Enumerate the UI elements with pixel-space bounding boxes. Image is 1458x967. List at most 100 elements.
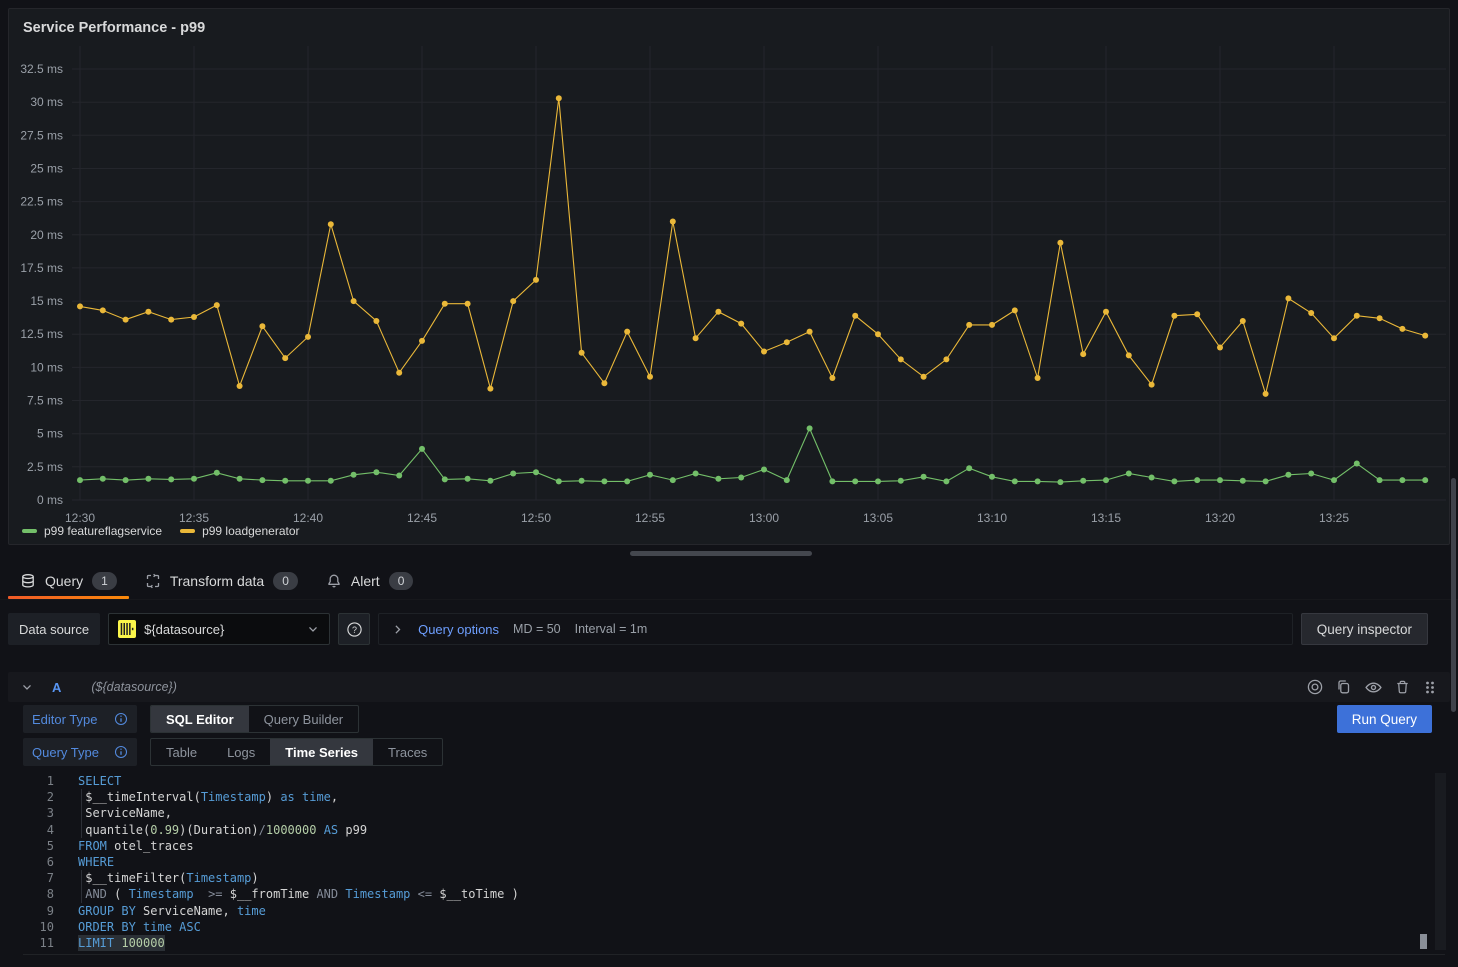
code-text: GROUP BY ServiceName, time	[78, 903, 266, 919]
query-datasource-hint: (${datasource})	[91, 680, 176, 694]
bell-icon	[326, 573, 342, 589]
transform-icon	[145, 573, 161, 589]
page-scrollbar-thumb[interactable]	[1451, 478, 1456, 712]
svg-text:12:40: 12:40	[293, 511, 323, 525]
editor-scroll-thumb[interactable]	[1420, 934, 1427, 949]
line-number: 5	[23, 838, 54, 854]
query-type-traces[interactable]: Traces	[373, 739, 442, 765]
clickhouse-datasource-icon	[118, 620, 136, 638]
legend-swatch	[180, 529, 195, 533]
line-number: 11	[23, 935, 54, 951]
svg-text:12:55: 12:55	[635, 511, 665, 525]
line-number: 1	[23, 773, 54, 789]
code-line[interactable]: 2 $__timeInterval(Timestamp) as time,	[23, 789, 1445, 805]
tab-query-label: Query	[45, 573, 83, 589]
tab-alert-label: Alert	[351, 573, 380, 589]
tab-alert[interactable]: Alert 0	[312, 562, 427, 599]
tab-alert-count-badge: 0	[389, 572, 414, 590]
svg-text:13:20: 13:20	[1205, 511, 1235, 525]
legend-swatch	[22, 529, 37, 533]
query-row-header[interactable]: A (${datasource})	[8, 672, 1450, 702]
code-line[interactable]: 3 ServiceName,	[23, 805, 1445, 821]
query-inspector-button[interactable]: Query inspector	[1301, 613, 1428, 645]
code-line[interactable]: 8 AND ( Timestamp >= $__fromTime AND Tim…	[23, 886, 1445, 902]
hide-query-eye-icon[interactable]	[1364, 678, 1383, 697]
svg-text:5 ms: 5 ms	[37, 427, 63, 441]
line-number: 7	[23, 870, 54, 886]
query-options-link[interactable]: Query options	[418, 622, 499, 637]
datasource-picker[interactable]: ${datasource}	[108, 613, 330, 645]
time-series-chart[interactable]: 0 ms2.5 ms5 ms7.5 ms10 ms12.5 ms15 ms17.…	[9, 9, 1449, 544]
svg-text:30 ms: 30 ms	[30, 95, 63, 109]
tab-transform-data[interactable]: Transform data 0	[131, 562, 312, 599]
sql-code-editor[interactable]: 1SELECT2 $__timeInterval(Timestamp) as t…	[23, 773, 1445, 955]
collapse-chevron-icon[interactable]	[20, 680, 34, 694]
tab-query-count-badge: 1	[92, 572, 117, 590]
svg-text:7.5 ms: 7.5 ms	[27, 394, 63, 408]
svg-text:12:50: 12:50	[521, 511, 551, 525]
query-options-section: Query options MD = 50 Interval = 1m	[378, 613, 1293, 645]
svg-text:12:30: 12:30	[65, 511, 95, 525]
code-text: WHERE	[78, 854, 114, 870]
code-line[interactable]: 5FROM otel_traces	[23, 838, 1445, 854]
line-number: 6	[23, 854, 54, 870]
datasource-row: Data source ${datasource} ?	[8, 613, 1428, 645]
delete-query-trash-icon[interactable]	[1394, 678, 1411, 696]
svg-text:2.5 ms: 2.5 ms	[27, 460, 63, 474]
svg-text:12:35: 12:35	[179, 511, 209, 525]
info-icon[interactable]	[114, 712, 128, 726]
line-number: 9	[23, 903, 54, 919]
editor-overview-ruler[interactable]	[1435, 773, 1446, 950]
editor-type-group: SQL Editor Query Builder	[150, 705, 359, 733]
record-circle-icon[interactable]	[1306, 678, 1324, 696]
duplicate-query-icon[interactable]	[1335, 678, 1353, 696]
code-text: $__timeFilter(Timestamp)	[78, 870, 259, 886]
code-line[interactable]: 7 $__timeFilter(Timestamp)	[23, 870, 1445, 886]
editor-type-row: Editor Type SQL Editor Query Builder	[23, 705, 359, 733]
datasource-label: Data source	[8, 613, 100, 645]
code-text: $__timeInterval(Timestamp) as time,	[78, 789, 338, 805]
chevron-right-icon[interactable]	[391, 623, 404, 636]
line-number: 4	[23, 822, 54, 838]
code-line[interactable]: 10ORDER BY time ASC	[23, 919, 1445, 935]
panel-title: Service Performance - p99	[23, 20, 205, 36]
editor-type-query-builder[interactable]: Query Builder	[249, 706, 358, 732]
svg-text:12:45: 12:45	[407, 511, 437, 525]
tab-transform-label: Transform data	[170, 573, 264, 589]
run-query-button[interactable]: Run Query	[1337, 705, 1432, 733]
legend-item[interactable]: p99 loadgenerator	[180, 524, 299, 538]
svg-text:25 ms: 25 ms	[30, 162, 63, 176]
query-options-interval: Interval = 1m	[575, 622, 648, 636]
query-type-logs[interactable]: Logs	[212, 739, 270, 765]
chart-legend: p99 featureflagservice p99 loadgenerator	[22, 524, 300, 538]
query-actions	[1306, 678, 1438, 697]
svg-text:0 ms: 0 ms	[37, 493, 63, 507]
legend-item[interactable]: p99 featureflagservice	[22, 524, 162, 538]
panel-service-performance: Service Performance - p99 0 ms 2.5 ms 5 ms…	[8, 8, 1450, 545]
query-type-table[interactable]: Table	[151, 739, 212, 765]
datasource-help-button[interactable]: ?	[338, 613, 370, 645]
tab-transform-count-badge: 0	[273, 572, 298, 590]
svg-text:32.5 ms: 32.5 ms	[20, 62, 63, 76]
query-type-group: Table Logs Time Series Traces	[150, 738, 443, 766]
code-text: LIMIT 100000	[78, 935, 165, 951]
svg-text:13:10: 13:10	[977, 511, 1007, 525]
query-type-time-series[interactable]: Time Series	[270, 739, 373, 765]
line-number: 10	[23, 919, 54, 935]
svg-text:?: ?	[352, 624, 357, 634]
code-line[interactable]: 1SELECT	[23, 773, 1445, 789]
code-line[interactable]: 6 WHERE	[23, 854, 1445, 870]
tab-query[interactable]: Query 1	[6, 562, 131, 599]
editor-type-sql-editor[interactable]: SQL Editor	[151, 706, 249, 732]
code-line[interactable]: 4 quantile(0.99)(Duration)/1000000 AS p9…	[23, 822, 1445, 838]
info-icon[interactable]	[114, 745, 128, 759]
code-line[interactable]: 9 GROUP BY ServiceName, time	[23, 903, 1445, 919]
code-text: quantile(0.99)(Duration)/1000000 AS p99	[78, 822, 367, 838]
code-text: ServiceName,	[78, 805, 172, 821]
code-line[interactable]: 11 LIMIT 100000	[23, 935, 1445, 951]
svg-text:13:25: 13:25	[1319, 511, 1349, 525]
drag-handle-icon[interactable]	[1422, 679, 1438, 696]
panel-resize-handle[interactable]	[630, 551, 812, 556]
svg-text:17.5 ms: 17.5 ms	[20, 261, 63, 275]
svg-text:13:05: 13:05	[863, 511, 893, 525]
